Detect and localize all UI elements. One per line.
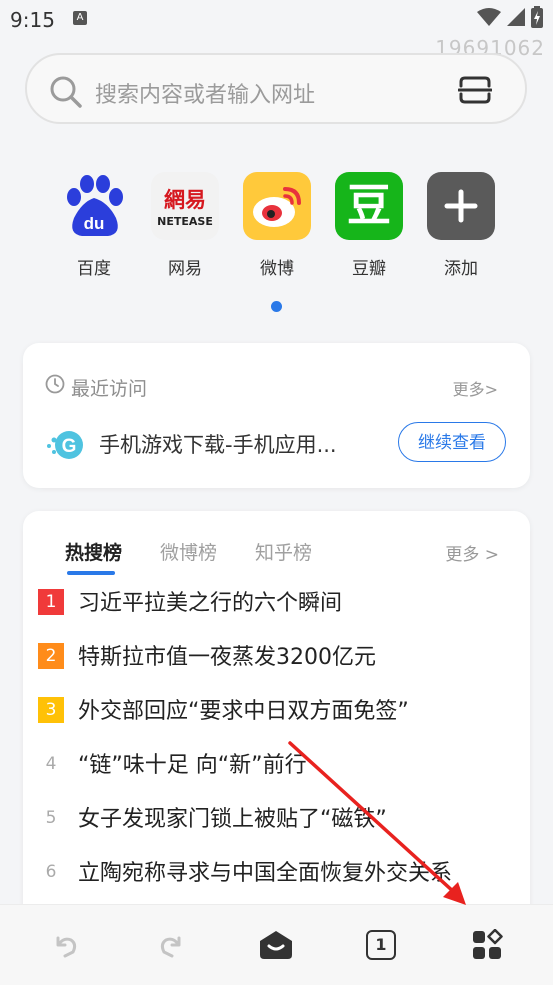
wifi-icon xyxy=(477,8,501,26)
hot-rank-list: 1 习近平拉美之行的六个瞬间 2 特斯拉市值一夜蒸发3200亿元 3 外交部回应… xyxy=(38,583,508,907)
rank-text: 外交部回应“要求中日双方面免签” xyxy=(78,699,409,724)
search-icon xyxy=(50,76,82,108)
battery-icon xyxy=(531,6,543,28)
g-site-icon: G xyxy=(47,431,83,459)
tab-label: 热搜榜 xyxy=(65,542,123,564)
shortcut-baidu[interactable]: du 百度 xyxy=(54,172,134,279)
apps-grid-icon xyxy=(473,929,503,959)
hot-more-link[interactable]: 更多 > xyxy=(445,540,499,565)
shortcut-netease[interactable]: 網易 NETEASE 网易 xyxy=(145,172,225,279)
back-button[interactable] xyxy=(45,925,85,965)
list-item[interactable]: 3 外交部回应“要求中日双方面免签” xyxy=(38,691,508,745)
list-item[interactable]: 2 特斯拉市值一夜蒸发3200亿元 xyxy=(38,637,508,691)
list-item[interactable]: 1 习近平拉美之行的六个瞬间 xyxy=(38,583,508,637)
shortcut-grid: du 百度 網易 NETEASE 网易 微博 豆 豆瓣 添加 xyxy=(54,172,514,282)
hot-list-card: 热搜榜 微博榜 知乎榜 更多 > 1 习近平拉美之行的六个瞬间 2 特斯拉市值一… xyxy=(23,511,530,931)
list-item[interactable]: 5 女子发现家门锁上被贴了“磁铁” xyxy=(38,799,508,853)
shortcut-label: 豆瓣 xyxy=(352,259,386,279)
recent-title: 最近访问 xyxy=(71,378,148,400)
tab-label: 微博榜 xyxy=(160,542,218,564)
home-button[interactable] xyxy=(256,925,296,965)
tab-count-badge: 1 xyxy=(366,930,396,960)
svg-text:G: G xyxy=(62,436,77,457)
recent-site-title[interactable]: 手机游戏下载-手机应用... xyxy=(99,429,337,459)
status-time: 9:15 xyxy=(10,8,55,32)
list-item[interactable]: 4 “链”味十足 向“新”前行 xyxy=(38,745,508,799)
notification-icon: A xyxy=(73,11,87,25)
active-tab-indicator xyxy=(67,571,115,575)
hot-tabs: 热搜榜 微博榜 知乎榜 xyxy=(65,538,312,575)
add-icon xyxy=(427,172,495,240)
shortcut-weibo[interactable]: 微博 xyxy=(237,172,317,279)
rank-text: 特斯拉市值一夜蒸发3200亿元 xyxy=(78,645,376,670)
rank-number: 4 xyxy=(45,754,57,774)
rank-number: 5 xyxy=(45,808,57,828)
forward-button[interactable] xyxy=(152,925,192,965)
page-indicator-dot xyxy=(271,301,282,312)
douban-icon: 豆 xyxy=(335,172,403,240)
tab-label: 知乎榜 xyxy=(255,542,313,564)
continue-button[interactable]: 继续查看 xyxy=(398,422,506,462)
svg-text:du: du xyxy=(84,214,105,233)
netease-logo-en: NETEASE xyxy=(157,215,213,228)
tabs-button[interactable]: 1 xyxy=(361,925,401,965)
list-item[interactable]: 6 立陶宛称寻求与中国全面恢复外交关系 xyxy=(38,853,508,907)
recent-visits-card: 最近访问 更多> G 手机游戏下载-手机应用... 继续查看 xyxy=(23,343,530,488)
rank-text: 习近平拉美之行的六个瞬间 xyxy=(78,591,343,616)
scan-icon[interactable] xyxy=(458,75,492,105)
search-bar[interactable]: 搜索内容或者输入网址 xyxy=(25,53,527,124)
shortcut-label: 添加 xyxy=(444,259,478,279)
back-icon xyxy=(56,936,77,958)
shortcut-label: 网易 xyxy=(168,259,202,279)
netease-logo-cn: 網易 xyxy=(164,187,206,212)
signal-icon xyxy=(507,8,525,26)
apps-menu-button[interactable] xyxy=(467,925,507,965)
bottom-nav-bar: 1 xyxy=(0,904,553,985)
rank-number: 6 xyxy=(45,862,57,882)
status-bar: 9:15 A xyxy=(0,0,553,38)
system-icons xyxy=(477,6,543,28)
shortcut-label: 微博 xyxy=(260,259,294,279)
rank-text: “链”味十足 向“新”前行 xyxy=(78,753,307,778)
douban-logo: 豆 xyxy=(347,180,391,231)
shortcut-label: 百度 xyxy=(77,259,111,279)
shortcut-douban[interactable]: 豆 豆瓣 xyxy=(329,172,409,279)
shortcut-add[interactable]: 添加 xyxy=(421,172,501,279)
tab-zhihu[interactable]: 知乎榜 xyxy=(255,538,312,565)
search-input[interactable]: 搜索内容或者输入网址 xyxy=(95,77,315,109)
rank-text: 女子发现家门锁上被贴了“磁铁” xyxy=(78,807,387,832)
rank-badge: 3 xyxy=(38,697,64,723)
tab-weibo[interactable]: 微博榜 xyxy=(160,538,217,565)
recent-more-link[interactable]: 更多> xyxy=(453,376,498,400)
baidu-paw-icon: du xyxy=(60,172,128,240)
clock-icon xyxy=(45,374,65,394)
netease-icon: 網易 NETEASE xyxy=(151,172,219,240)
home-icon xyxy=(260,931,292,959)
rank-badge: 1 xyxy=(38,589,64,615)
tab-hot-search[interactable]: 热搜榜 xyxy=(65,538,123,575)
rank-text: 立陶宛称寻求与中国全面恢复外交关系 xyxy=(78,861,453,886)
weibo-icon xyxy=(243,172,311,240)
forward-icon xyxy=(160,936,181,958)
rank-badge: 2 xyxy=(38,643,64,669)
